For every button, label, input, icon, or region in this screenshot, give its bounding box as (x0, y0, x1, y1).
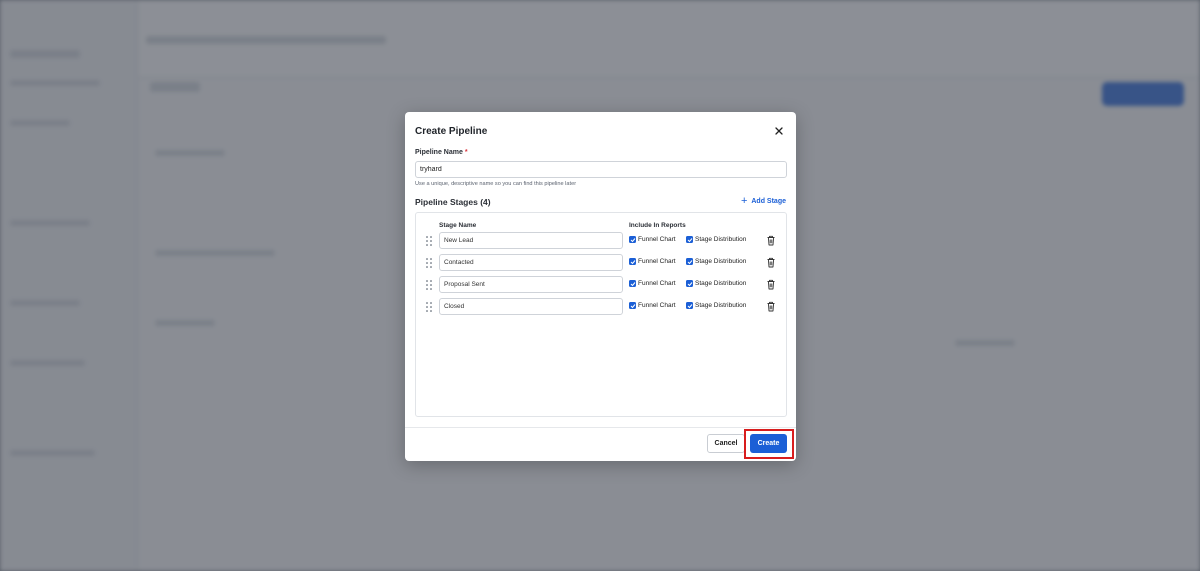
stage-name-input[interactable] (439, 254, 623, 271)
stage-name-input[interactable] (439, 276, 623, 293)
pipeline-name-help: Use a unique, descriptive name so you ca… (415, 181, 577, 187)
add-stage-label: Add Stage (751, 198, 786, 205)
stages-table: Stage Name Include In Reports Funnel Cha… (415, 212, 787, 417)
funnel-chart-checkbox[interactable]: Funnel Chart (629, 302, 676, 309)
funnel-chart-label: Funnel Chart (638, 258, 676, 265)
stage-distribution-label: Stage Distribution (695, 258, 747, 265)
stage-distribution-checkbox[interactable]: Stage Distribution (686, 236, 746, 243)
checkmark-icon (629, 302, 636, 309)
stage-distribution-checkbox[interactable]: Stage Distribution (686, 302, 746, 309)
stage-distribution-label: Stage Distribution (695, 236, 747, 243)
drag-handle-icon[interactable] (425, 301, 433, 313)
create-pipeline-dialog: Create Pipeline Pipeline Name * Use a un… (405, 112, 796, 461)
drag-handle-icon[interactable] (425, 235, 433, 247)
trash-icon[interactable] (766, 235, 776, 246)
funnel-chart-checkbox[interactable]: Funnel Chart (629, 258, 676, 265)
trash-icon[interactable] (766, 279, 776, 290)
column-header-stage-name: Stage Name (439, 222, 477, 229)
checkmark-icon (686, 302, 693, 309)
plus-icon: + (740, 195, 748, 207)
checkmark-icon (629, 236, 636, 243)
footer-divider (405, 427, 796, 428)
stage-distribution-checkbox[interactable]: Stage Distribution (686, 258, 746, 265)
dialog-title: Create Pipeline (415, 125, 488, 137)
stage-row: Funnel Chart Stage Distribution (416, 232, 786, 250)
stage-row: Funnel Chart Stage Distribution (416, 276, 786, 294)
pipeline-name-label-text: Pipeline Name (415, 149, 463, 156)
trash-icon[interactable] (766, 301, 776, 312)
trash-icon[interactable] (766, 257, 776, 268)
checkmark-icon (686, 258, 693, 265)
funnel-chart-checkbox[interactable]: Funnel Chart (629, 280, 676, 287)
stage-distribution-label: Stage Distribution (695, 280, 747, 287)
funnel-chart-checkbox[interactable]: Funnel Chart (629, 236, 676, 243)
funnel-chart-label: Funnel Chart (638, 280, 676, 287)
stage-name-input[interactable] (439, 232, 623, 249)
drag-handle-icon[interactable] (425, 257, 433, 269)
checkmark-icon (629, 258, 636, 265)
stage-row: Funnel Chart Stage Distribution (416, 298, 786, 316)
stage-distribution-checkbox[interactable]: Stage Distribution (686, 280, 746, 287)
drag-handle-icon[interactable] (425, 279, 433, 291)
funnel-chart-label: Funnel Chart (638, 302, 676, 309)
column-header-include-in-reports: Include In Reports (629, 222, 686, 229)
pipeline-name-input[interactable] (415, 161, 787, 178)
funnel-chart-label: Funnel Chart (638, 236, 676, 243)
checkmark-icon (686, 280, 693, 287)
pipeline-name-label: Pipeline Name * (415, 149, 468, 156)
stage-distribution-label: Stage Distribution (695, 302, 747, 309)
add-stage-button[interactable]: + Add Stage (741, 196, 786, 207)
close-button[interactable] (772, 124, 786, 138)
cancel-button[interactable]: Cancel (707, 434, 745, 453)
create-button[interactable]: Create (750, 434, 787, 453)
checkmark-icon (686, 236, 693, 243)
stage-name-input[interactable] (439, 298, 623, 315)
pipeline-stages-title: Pipeline Stages (4) (415, 197, 491, 207)
checkmark-icon (629, 280, 636, 287)
required-mark: * (464, 149, 468, 156)
dialog-header: Create Pipeline (415, 122, 786, 140)
close-icon (775, 127, 783, 135)
stage-row: Funnel Chart Stage Distribution (416, 254, 786, 272)
